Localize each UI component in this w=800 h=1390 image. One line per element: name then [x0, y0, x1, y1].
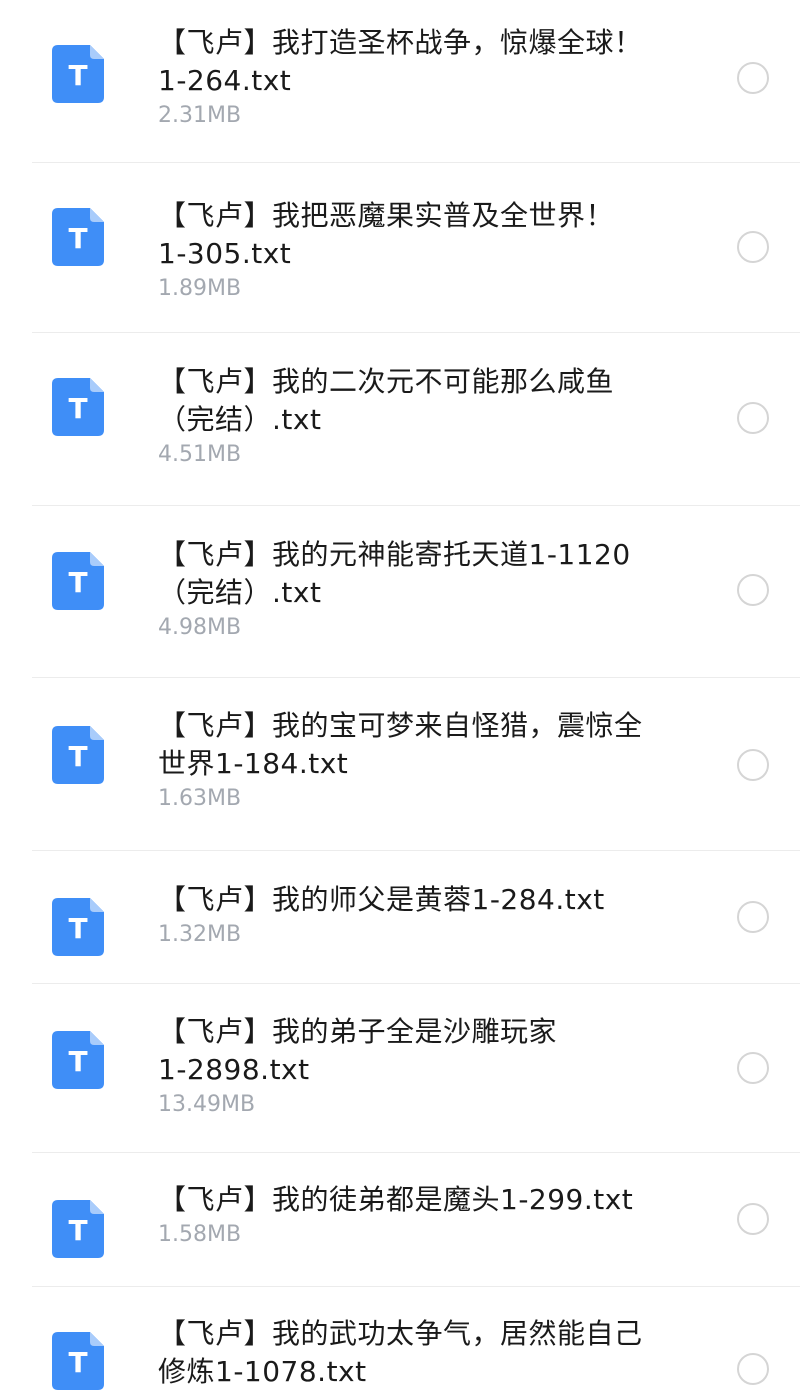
select-radio[interactable] — [737, 1353, 769, 1385]
file-size: 1.89MB — [158, 276, 242, 301]
file-row[interactable]: T 【飞卢】我把恶魔果实普及全世界！ 1-305.txt 1.89MB — [0, 163, 800, 333]
file-info: 【飞卢】我的元神能寄托天道1-1120 （完结）.txt 4.98MB — [158, 536, 718, 642]
file-name-line: 修炼1-1078.txt — [158, 1355, 367, 1388]
file-size: 4.51MB — [158, 442, 242, 467]
select-radio[interactable] — [737, 574, 769, 606]
file-info: 【飞卢】我的宝可梦来自怪猎，震惊全 世界1-184.txt 1.63MB — [158, 707, 718, 813]
file-info: 【飞卢】我的二次元不可能那么咸鱼 （完结）.txt 4.51MB — [158, 363, 718, 469]
txt-file-icon: T — [52, 1031, 104, 1089]
svg-text:T: T — [68, 1045, 87, 1078]
file-row[interactable]: T 【飞卢】我的徒弟都是魔头1-299.txt 1.58MB — [0, 1153, 800, 1287]
svg-text:T: T — [68, 392, 87, 425]
file-name-line: （完结）.txt — [158, 576, 322, 609]
file-info: 【飞卢】我的武功太争气，居然能自己 修炼1-1078.txt — [158, 1315, 718, 1390]
txt-file-icon: T — [52, 45, 104, 103]
file-row[interactable]: T 【飞卢】我的二次元不可能那么咸鱼 （完结）.txt 4.51MB — [0, 333, 800, 506]
file-name-line: 1-305.txt — [158, 237, 292, 270]
select-radio[interactable] — [737, 62, 769, 94]
file-size: 1.58MB — [158, 1222, 242, 1247]
svg-text:T: T — [68, 566, 87, 599]
txt-file-icon: T — [52, 552, 104, 610]
file-info: 【飞卢】我把恶魔果实普及全世界！ 1-305.txt 1.89MB — [158, 197, 718, 303]
file-size: 1.32MB — [158, 922, 242, 947]
svg-text:T: T — [68, 740, 87, 773]
file-row[interactable]: T 【飞卢】我的弟子全是沙雕玩家 1-2898.txt 13.49MB — [0, 984, 800, 1153]
txt-file-icon: T — [52, 726, 104, 784]
file-row[interactable]: T 【飞卢】我的宝可梦来自怪猎，震惊全 世界1-184.txt 1.63MB — [0, 678, 800, 851]
file-name-line: 【飞卢】我打造圣杯战争，惊爆全球！ — [158, 26, 643, 59]
svg-text:T: T — [68, 912, 87, 945]
file-size: 4.98MB — [158, 615, 242, 640]
file-name-line: 世界1-184.txt — [158, 747, 349, 780]
txt-file-icon: T — [52, 378, 104, 436]
select-radio[interactable] — [737, 901, 769, 933]
file-row[interactable]: T 【飞卢】我的元神能寄托天道1-1120 （完结）.txt 4.98MB — [0, 506, 800, 678]
txt-file-icon: T — [52, 1332, 104, 1390]
select-radio[interactable] — [737, 749, 769, 781]
file-info: 【飞卢】我的弟子全是沙雕玩家 1-2898.txt 13.49MB — [158, 1013, 718, 1119]
file-size: 13.49MB — [158, 1092, 256, 1117]
file-name-line: （完结）.txt — [158, 403, 322, 436]
select-radio[interactable] — [737, 231, 769, 263]
file-name-line: 【飞卢】我的师父是黄蓉1-284.txt — [158, 883, 605, 916]
file-name-line: 【飞卢】我的武功太争气，居然能自己 — [158, 1317, 643, 1350]
txt-file-icon: T — [52, 208, 104, 266]
file-row[interactable]: T 【飞卢】我的师父是黄蓉1-284.txt 1.32MB — [0, 851, 800, 984]
file-size: 2.31MB — [158, 103, 242, 128]
file-row[interactable]: T 【飞卢】我打造圣杯战争，惊爆全球！ 1-264.txt 2.31MB — [0, 0, 800, 163]
file-name-line: 1-2898.txt — [158, 1053, 310, 1086]
file-name-line: 【飞卢】我的弟子全是沙雕玩家 — [158, 1015, 558, 1048]
svg-text:T: T — [68, 222, 87, 255]
txt-file-icon: T — [52, 1200, 104, 1258]
select-radio[interactable] — [737, 402, 769, 434]
file-size: 1.63MB — [158, 786, 242, 811]
file-row[interactable]: T 【飞卢】我的武功太争气，居然能自己 修炼1-1078.txt — [0, 1287, 800, 1390]
file-info: 【飞卢】我打造圣杯战争，惊爆全球！ 1-264.txt 2.31MB — [158, 24, 718, 130]
file-name-line: 【飞卢】我的徒弟都是魔头1-299.txt — [158, 1183, 634, 1216]
file-name-line: 【飞卢】我的宝可梦来自怪猎，震惊全 — [158, 709, 643, 742]
file-name-line: 【飞卢】我的元神能寄托天道1-1120 — [158, 538, 631, 571]
svg-text:T: T — [68, 59, 87, 92]
file-name-line: 1-264.txt — [158, 64, 292, 97]
select-radio[interactable] — [737, 1052, 769, 1084]
file-name-line: 【飞卢】我把恶魔果实普及全世界！ — [158, 199, 615, 232]
svg-text:T: T — [68, 1346, 87, 1379]
select-radio[interactable] — [737, 1203, 769, 1235]
file-list: T 【飞卢】我打造圣杯战争，惊爆全球！ 1-264.txt 2.31MB T 【飞卢】我把… — [0, 0, 800, 1390]
svg-text:T: T — [68, 1214, 87, 1247]
file-info: 【飞卢】我的师父是黄蓉1-284.txt 1.32MB — [158, 881, 718, 949]
file-name-line: 【飞卢】我的二次元不可能那么咸鱼 — [158, 365, 615, 398]
file-info: 【飞卢】我的徒弟都是魔头1-299.txt 1.58MB — [158, 1181, 718, 1249]
txt-file-icon: T — [52, 898, 104, 956]
